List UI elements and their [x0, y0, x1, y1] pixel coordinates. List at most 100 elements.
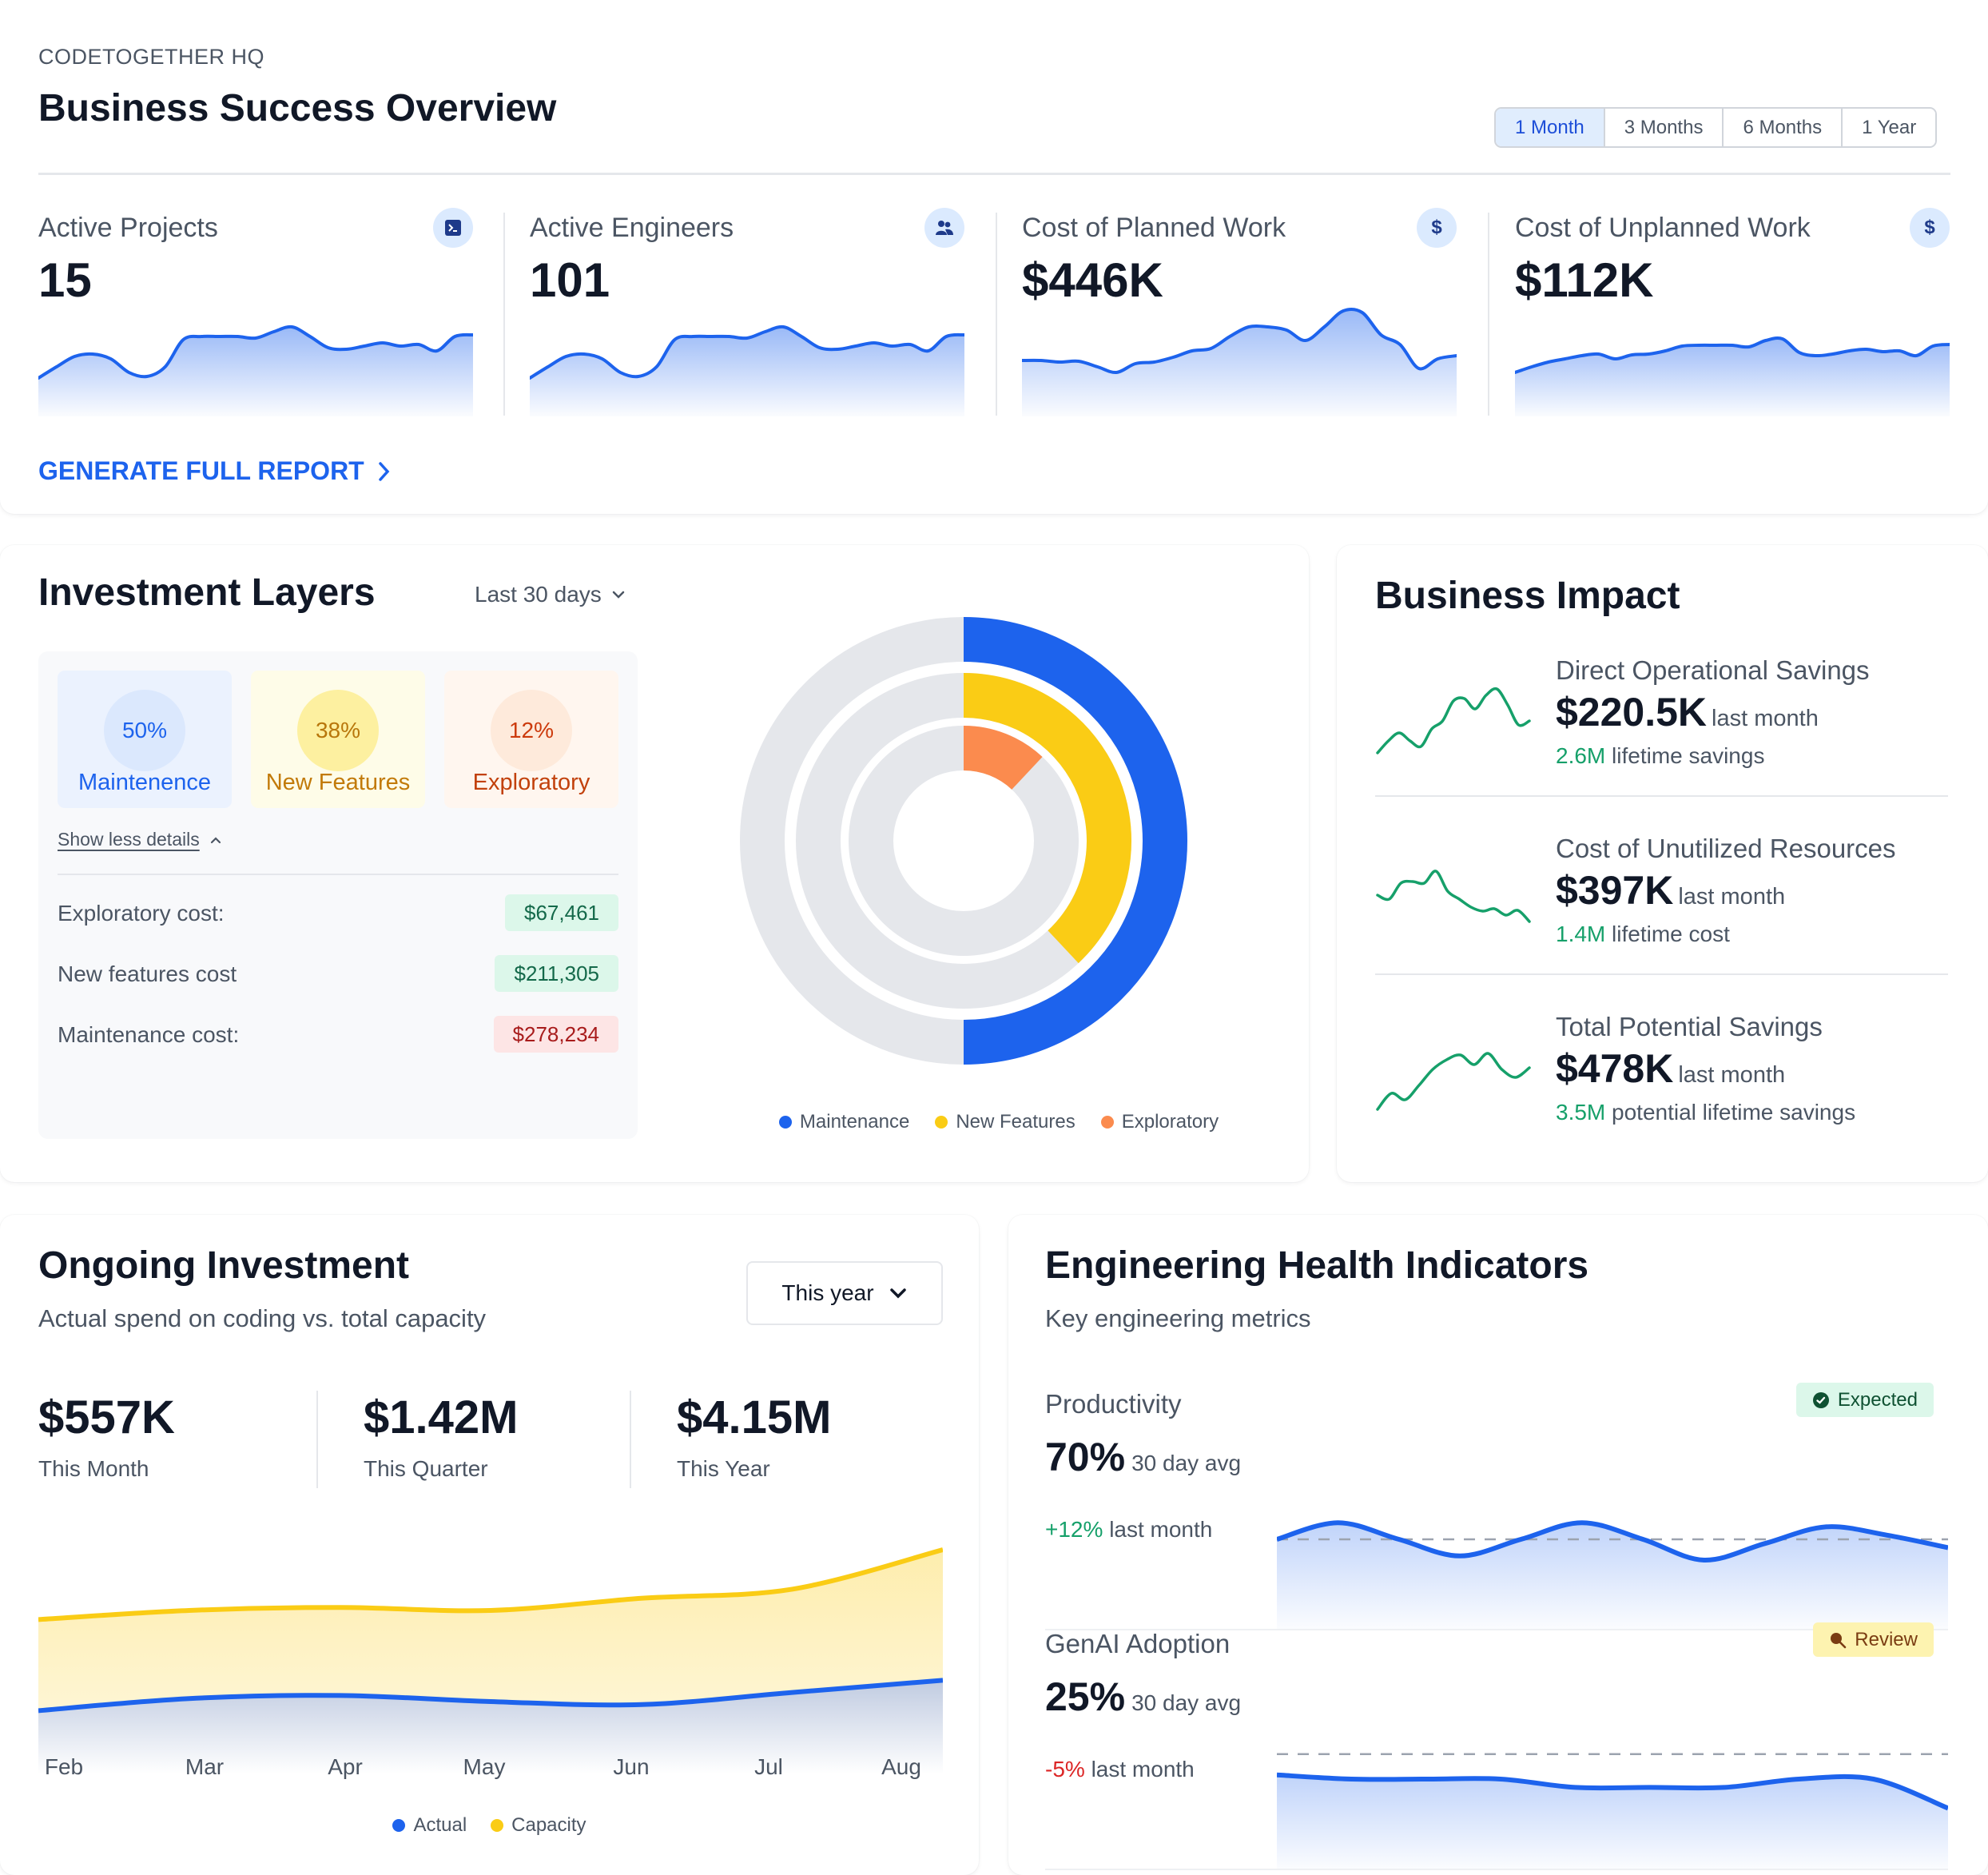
year-dropdown-label: This year [781, 1280, 874, 1305]
stat-label: This Month [38, 1456, 149, 1481]
impact-sub-value: 3.5M [1556, 1100, 1606, 1125]
cost-value-badge: $67,461 [505, 894, 618, 931]
metric-change: -5% last month [1045, 1757, 1195, 1782]
kpi-trend-area [530, 326, 964, 416]
stat-separator [630, 1391, 631, 1488]
impact-label: Total Potential Savings [1556, 1012, 1823, 1041]
legend-new-features: New Features [935, 1111, 1076, 1133]
cost-value-badge: $278,234 [493, 1016, 618, 1053]
impact-item: Total Potential Savings $478K last month… [1375, 1012, 1948, 1189]
impact-value-row: $220.5K last month [1556, 689, 1819, 735]
check-circle-icon [1812, 1391, 1829, 1408]
kpi-trend-area [38, 326, 473, 416]
search-icon [1831, 1632, 1847, 1648]
kpi-active-engineers: Active Engineers 101 [530, 208, 964, 416]
kpi-separator [996, 213, 997, 416]
kpi-cost-unplanned-work: Cost of Unplanned Work $ $112K [1515, 208, 1950, 416]
metric-change-label: last month [1109, 1517, 1213, 1542]
impact-trend-line [1376, 687, 1531, 754]
period-label: Last 30 days [475, 582, 602, 607]
status-label: Expected [1837, 1388, 1918, 1411]
legend-exploratory: Exploratory [1100, 1111, 1219, 1133]
investment-ring-chart [740, 617, 1187, 1065]
tab-1-year[interactable]: 1 Year [1841, 109, 1936, 146]
x-tick-label: Feb [44, 1754, 84, 1779]
layer-tile-maintenance[interactable]: 50% Maintenence [58, 671, 232, 808]
layer-percent: 38% [297, 690, 379, 771]
tab-1-month[interactable]: 1 Month [1496, 109, 1604, 146]
metric-productivity: Productivity Expected 70% 30 day avg +12… [1045, 1383, 1948, 1630]
toggle-label: Show less details [58, 829, 200, 850]
kpi-trend-area [1515, 338, 1950, 416]
legend-dot [1100, 1116, 1114, 1129]
metric-change-value: -5% [1045, 1757, 1085, 1781]
legend-dot [935, 1116, 948, 1129]
status-label: Review [1855, 1628, 1918, 1650]
chevron-up-icon [210, 836, 221, 843]
layer-name: Exploratory [472, 770, 590, 795]
x-tick-label: Mar [185, 1754, 225, 1779]
impact-sparkline [1376, 687, 1531, 754]
cost-value-badge: $211,305 [495, 955, 618, 992]
terminal-icon [433, 208, 473, 248]
kpi-cost-planned-work: Cost of Planned Work $ $446K [1022, 208, 1457, 416]
kpi-separator [503, 213, 505, 416]
metric-avg-label: 30 day avg [1131, 1451, 1242, 1475]
cost-row: Maintenance cost: $278,234 [58, 1016, 618, 1053]
generate-report-label: GENERATE FULL REPORT [38, 456, 364, 485]
impact-value: $220.5K [1556, 690, 1708, 734]
legend-dot [778, 1116, 792, 1129]
cost-label: Exploratory cost: [58, 901, 225, 926]
cost-label: New features cost [58, 961, 237, 986]
divider [58, 874, 618, 875]
impact-sub-text: lifetime savings [1612, 743, 1765, 768]
impact-sparkline [1376, 1052, 1531, 1111]
tab-3-months[interactable]: 3 Months [1603, 109, 1723, 146]
impact-item: Direct Operational Savings $220.5K last … [1375, 655, 1948, 833]
generate-report-link[interactable]: GENERATE FULL REPORT [38, 456, 392, 486]
users-icon [924, 208, 964, 248]
layer-tile-exploratory[interactable]: 12% Exploratory [444, 671, 618, 808]
metric-chart [1277, 1520, 1948, 1629]
kpi-sparkline [1022, 307, 1457, 416]
legend-label: Capacity [511, 1814, 586, 1836]
kpi-sparkline [1515, 336, 1950, 416]
impact-sub: 1.4M lifetime cost [1556, 922, 1730, 947]
kpi-sparkline [38, 324, 473, 416]
stat-value: $4.15M [677, 1391, 832, 1443]
show-less-details-toggle[interactable]: Show less details [58, 829, 222, 850]
divider [38, 173, 1950, 175]
layer-percent: 12% [491, 690, 572, 771]
impact-sparkline [1376, 870, 1531, 923]
x-tick-label: Apr [328, 1754, 363, 1779]
kpi-label: Cost of Planned Work [1022, 213, 1286, 243]
status-badge: Review [1813, 1622, 1934, 1657]
impact-period: last month [1678, 884, 1786, 910]
divider [1045, 1869, 1948, 1870]
impact-item: Cost of Unutilized Resources $397K last … [1375, 834, 1948, 1011]
dollar-icon: $ [1417, 208, 1457, 248]
chevron-right-icon [378, 461, 390, 481]
investment-details-panel: 50% Maintenence 38% New Features 12% Exp… [38, 651, 638, 1139]
legend-dot [392, 1819, 406, 1832]
kpi-active-projects: Active Projects 15 [38, 208, 473, 416]
period-dropdown[interactable]: Last 30 days [475, 582, 626, 607]
impact-value: $397K [1556, 868, 1674, 913]
stat-separator [316, 1391, 318, 1488]
x-tick-label: Aug [881, 1754, 921, 1779]
kpi-sparkline [530, 324, 964, 416]
org-name: CODETOGETHER HQ [38, 45, 265, 69]
tab-6-months[interactable]: 6 Months [1722, 109, 1842, 146]
business-impact-title: Business Impact [1375, 575, 1680, 617]
metric-genai-adoption: GenAI Adoption Review 25% 30 day avg -5%… [1045, 1622, 1948, 1870]
year-dropdown[interactable]: This year [746, 1261, 943, 1325]
x-tick-label: May [463, 1754, 506, 1779]
legend-dot [491, 1819, 504, 1832]
layer-tile-new-features[interactable]: 38% New Features [251, 671, 425, 808]
stat-value: $557K [38, 1391, 175, 1443]
cost-label: Maintenance cost: [58, 1022, 240, 1047]
cost-row: Exploratory cost: $67,461 [58, 894, 618, 931]
metric-chart [1277, 1753, 1948, 1869]
impact-label: Direct Operational Savings [1556, 655, 1870, 685]
metric-name: GenAI Adoption [1045, 1629, 1231, 1658]
